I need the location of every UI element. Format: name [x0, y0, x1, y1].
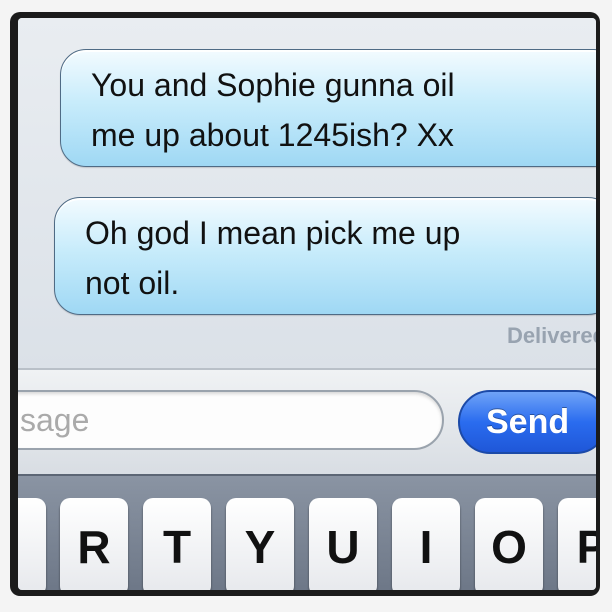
- message-line: me up about 1245ish? Xx: [91, 117, 454, 153]
- message-line: You and Sophie gunna oil: [91, 67, 455, 103]
- key-i[interactable]: I: [392, 498, 460, 590]
- key-e[interactable]: [18, 498, 46, 590]
- delivered-status: Delivered: [506, 323, 596, 348]
- message-line: Oh god I mean pick me up: [85, 215, 461, 251]
- phone-photo: You and Sophie gunna oil me up about 124…: [10, 12, 600, 596]
- message-input[interactable]: sage: [18, 390, 444, 450]
- key-u[interactable]: U: [309, 498, 377, 590]
- key-y[interactable]: Y: [226, 498, 294, 590]
- key-t[interactable]: T: [143, 498, 211, 590]
- key-p[interactable]: P: [558, 498, 596, 590]
- key-o[interactable]: O: [475, 498, 543, 590]
- message-line: not oil.: [85, 265, 180, 301]
- conversation-area[interactable]: You and Sophie gunna oil me up about 124…: [18, 18, 596, 368]
- photo-frame: You and Sophie gunna oil me up about 124…: [0, 0, 612, 612]
- messages-screen: You and Sophie gunna oil me up about 124…: [18, 18, 596, 590]
- keyboard: R T Y U I O P: [18, 474, 596, 590]
- message-bubble[interactable]: Oh god I mean pick me up not oil.: [54, 197, 596, 315]
- message-bubble[interactable]: You and Sophie gunna oil me up about 124…: [60, 49, 596, 167]
- compose-bar: sage Send: [18, 368, 596, 476]
- send-button[interactable]: Send: [458, 390, 596, 454]
- key-r[interactable]: R: [60, 498, 128, 590]
